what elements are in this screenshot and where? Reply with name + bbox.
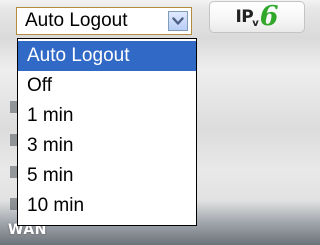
ipv6-ip-text: IP <box>235 7 254 27</box>
ipv6-six-text: 6 <box>259 0 279 32</box>
dropdown-option-5-min[interactable]: 5 min <box>18 161 196 191</box>
dropdown-option-1-min[interactable]: 1 min <box>18 101 196 131</box>
dropdown-option-10-min[interactable]: 10 min <box>18 191 196 221</box>
dropdown-option-off[interactable]: Off <box>18 71 196 101</box>
auto-logout-select-value: Auto Logout <box>25 10 128 31</box>
auto-logout-select[interactable]: Auto Logout <box>16 7 192 35</box>
ipv6-v-text: v <box>252 17 259 29</box>
dropdown-option-3-min[interactable]: 3 min <box>18 131 196 161</box>
chevron-down-icon[interactable] <box>168 11 188 31</box>
auto-logout-dropdown-list[interactable]: Auto Logout Off 1 min 3 min 5 min 10 min <box>17 38 197 226</box>
dropdown-option-auto-logout[interactable]: Auto Logout <box>18 41 196 71</box>
ipv6-icon[interactable]: IP v 6 <box>209 1 305 33</box>
